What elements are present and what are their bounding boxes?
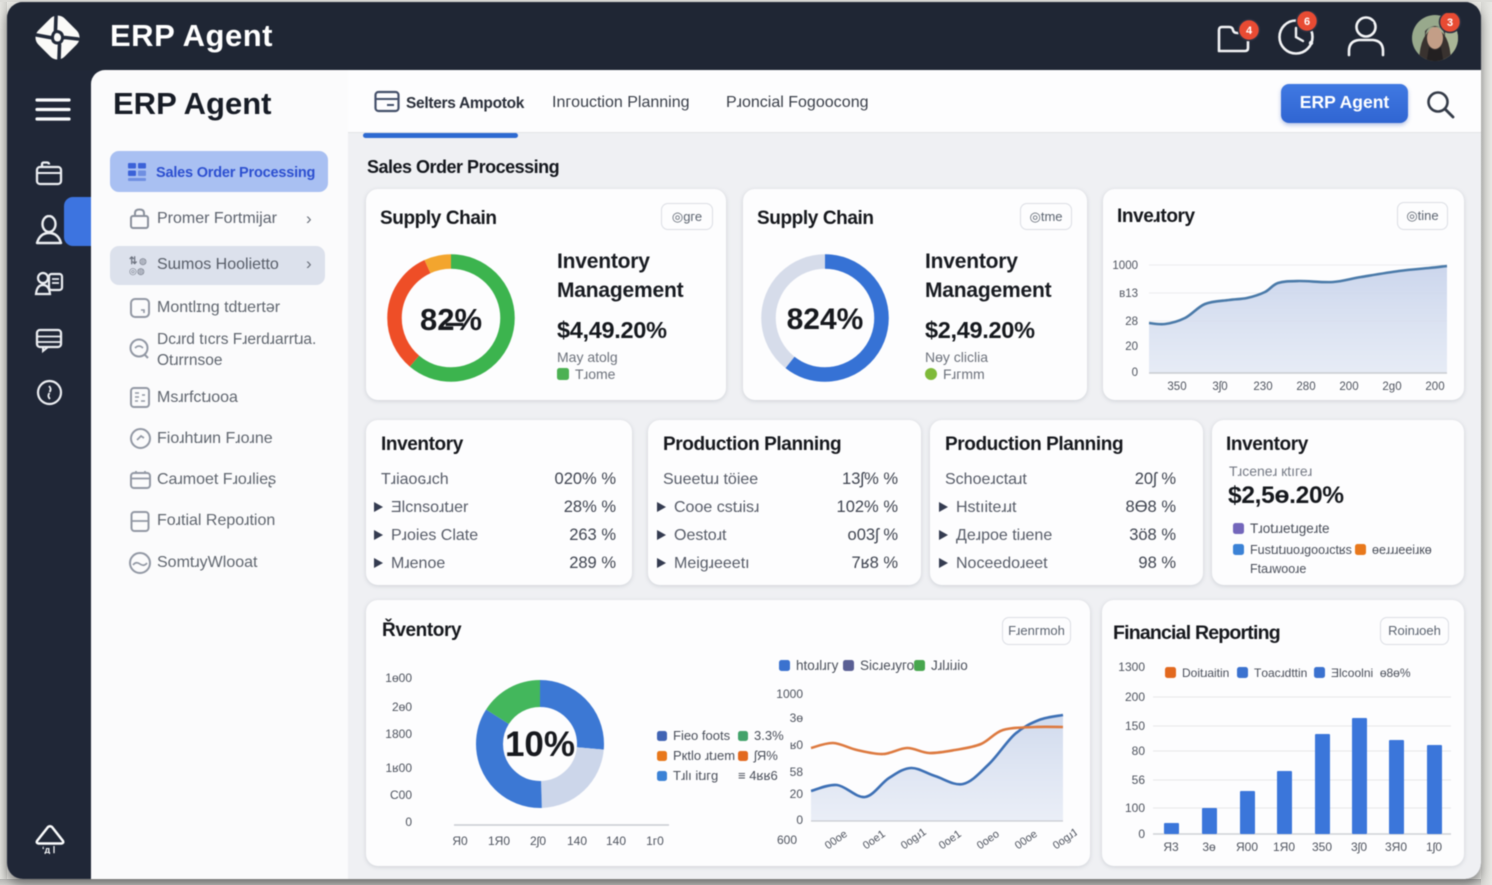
svg-text:Я3: Я3 [1163,840,1179,854]
svg-text:200: 200 [1339,381,1358,393]
svg-text:140: 140 [567,834,587,848]
svg-text:◎◍: ◎◍ [129,266,145,276]
svg-text:1300: 1300 [1118,660,1145,674]
svg-text:ʁ0: ʁ0 [790,738,803,752]
svg-text:1ʁ00: 1ʁ00 [385,761,412,775]
svg-text:Я00: Я00 [1236,840,1258,854]
svg-text:280: 280 [1296,381,1315,393]
svg-text:00ое: 00ое [823,828,850,852]
svg-text:0оео: 0оео [975,828,1002,852]
svg-text:0оɡɹ1: 0оɡɹ1 [1051,826,1077,852]
svg-text:0ое1: 0ое1 [861,828,888,852]
svg-text:0: 0 [1138,827,1145,841]
svg-text:Я0: Я0 [452,834,468,848]
svg-text:1г0: 1г0 [646,834,664,848]
svg-text:58: 58 [790,765,804,779]
svg-text:3ʃ0: 3ʃ0 [1212,381,1227,393]
svg-text:ʻд ا: ʻд ا [42,845,55,854]
svg-text:2ɡ0: 2ɡ0 [1382,381,1401,393]
svg-text:4: 4 [1246,25,1253,37]
svg-text:1Я0: 1Я0 [488,834,510,848]
svg-text:1000: 1000 [777,687,803,701]
svg-text:в13: в13 [1119,288,1138,300]
svg-text:200: 200 [1125,690,1145,704]
svg-text:2ʃ0: 2ʃ0 [530,834,546,848]
svg-text:1800: 1800 [385,727,412,741]
svg-text:1Я0: 1Я0 [1273,840,1295,854]
svg-text:1000: 1000 [1112,260,1138,272]
svg-text:10%: 10% [505,725,575,764]
svg-text:56: 56 [1132,773,1146,787]
svg-text:6: 6 [1304,16,1310,28]
svg-text:0: 0 [1132,367,1138,379]
svg-text:140: 140 [606,834,626,848]
svg-text:350: 350 [1312,840,1332,854]
svg-text:1ө00: 1ө00 [385,671,412,685]
svg-text:28: 28 [1125,316,1138,328]
svg-text:20: 20 [1125,341,1138,353]
svg-text:1ʃ0: 1ʃ0 [1426,840,1442,854]
svg-text:824%: 824% [787,303,864,336]
svg-text:3ʃ0: 3ʃ0 [1351,840,1367,854]
svg-text:0ое1: 0ое1 [937,828,964,852]
svg-text:200: 200 [1425,381,1444,393]
svg-text:100: 100 [1125,801,1145,815]
svg-text:0оɡɹ1: 0оɡɹ1 [899,826,929,852]
svg-text:3ө: 3ө [1202,840,1216,854]
svg-text:82̶%: 82̶% [420,302,482,337]
svg-text:150: 150 [1125,719,1145,733]
svg-text:3ө: 3ө [790,711,804,725]
svg-text:80: 80 [1132,744,1146,758]
svg-text:2ө0: 2ө0 [392,700,412,714]
svg-text:20: 20 [790,787,804,801]
svg-text:◍: ◍ [139,256,147,266]
svg-text:3: 3 [1447,17,1453,29]
svg-text:3Я0: 3Я0 [1385,840,1407,854]
svg-text:0: 0 [796,813,803,827]
svg-text:00ое: 00ое [1013,828,1040,852]
svg-text:350: 350 [1167,381,1186,393]
svg-text:0: 0 [405,815,412,829]
svg-text:600: 600 [777,833,797,847]
svg-text:С00: С00 [390,788,412,802]
svg-text:230: 230 [1253,381,1272,393]
